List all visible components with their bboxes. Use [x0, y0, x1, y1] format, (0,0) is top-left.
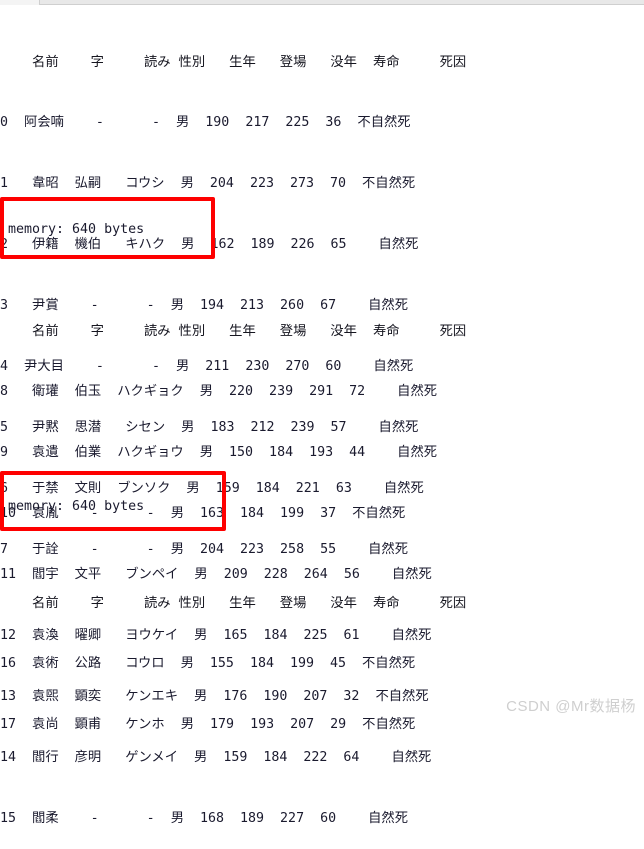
window-top-strip: [0, 0, 644, 5]
csdn-watermark: CSDN @Mr数据杨: [506, 698, 636, 715]
table-row: 14 閻行 彦明 ゲンメイ 男 159 184 222 64 自然死: [0, 749, 432, 765]
table-row: 17 袁尚 顕甫 ケンホ 男 179 193 207 29 不自然死: [0, 717, 416, 733]
table-row: 15 閻柔 - - 男 168 189 227 60 自然死: [0, 810, 409, 826]
table-row: 1 韋昭 弘嗣 コウシ 男 204 223 273 70 不自然死: [0, 176, 416, 192]
window-top-strip-segment: [0, 0, 40, 5]
table-row: 8 衛瓘 伯玉 ハクギョク 男 220 239 291 72 自然死: [0, 384, 438, 400]
table-row: 0 阿会喃 - - 男 190 217 225 36 不自然死: [0, 115, 411, 131]
table-header-row: 名前 字 読み 性別 生年 登場 没年 寿命 死因: [0, 595, 467, 611]
table-header-row: 名前 字 読み 性別 生年 登場 没年 寿命 死因: [0, 54, 467, 70]
memory-usage-label: memory: 640 bytes: [8, 499, 145, 514]
table-header-row: 名前 字 読み 性別 生年 登場 没年 寿命 死因: [0, 323, 467, 339]
memory-usage-label: memory: 640 bytes: [8, 222, 145, 237]
table-row: 16 袁術 公路 コウロ 男 155 184 199 45 不自然死: [0, 656, 416, 672]
table-row: 9 袁遺 伯業 ハクギョウ 男 150 184 193 44 自然死: [0, 445, 438, 461]
